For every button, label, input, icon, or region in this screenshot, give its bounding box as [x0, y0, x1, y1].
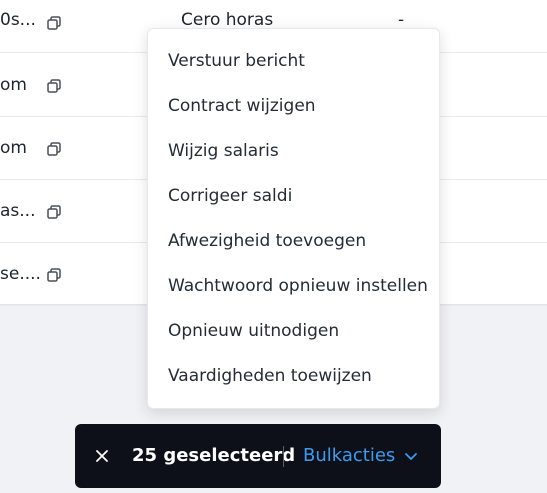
menu-item-reset-password[interactable]: Wachtwoord opnieuw instellen [148, 266, 439, 306]
copy-icon[interactable] [47, 205, 61, 219]
email-cell: se.... [0, 264, 40, 284]
copy-icon[interactable] [47, 16, 61, 30]
menu-item-add-absence[interactable]: Afwezigheid toevoegen [148, 221, 439, 261]
menu-item-reinvite[interactable]: Opnieuw uitnodigen [148, 311, 439, 351]
close-icon[interactable] [94, 448, 110, 464]
copy-icon[interactable] [47, 79, 61, 93]
chevron-down-icon[interactable] [404, 451, 418, 461]
menu-item-change-contract[interactable]: Contract wijzigen [148, 86, 439, 126]
menu-item-send-message[interactable]: Verstuur bericht [148, 41, 439, 81]
email-cell: as... [0, 201, 36, 221]
bulk-actions-button[interactable]: Bulkacties [303, 424, 395, 488]
email-cell: 0s... [0, 10, 36, 30]
divider [283, 446, 284, 467]
menu-item-correct-balances[interactable]: Corrigeer saldi [148, 176, 439, 216]
bulk-actions-menu: Verstuur bericht Contract wijzigen Wijzi… [147, 28, 440, 409]
email-cell: om [0, 138, 27, 158]
bulk-action-bar: 25 geselecteerd Bulkacties [75, 424, 441, 488]
email-cell: om [0, 75, 27, 95]
selected-count: 25 geselecteerd [132, 445, 296, 466]
copy-icon[interactable] [47, 142, 61, 156]
value-cell: - [398, 10, 405, 30]
contract-cell: Cero horas [181, 10, 274, 30]
menu-item-assign-skills[interactable]: Vaardigheden toewijzen [148, 356, 439, 396]
copy-icon[interactable] [47, 268, 61, 282]
menu-item-change-salary[interactable]: Wijzig salaris [148, 131, 439, 171]
